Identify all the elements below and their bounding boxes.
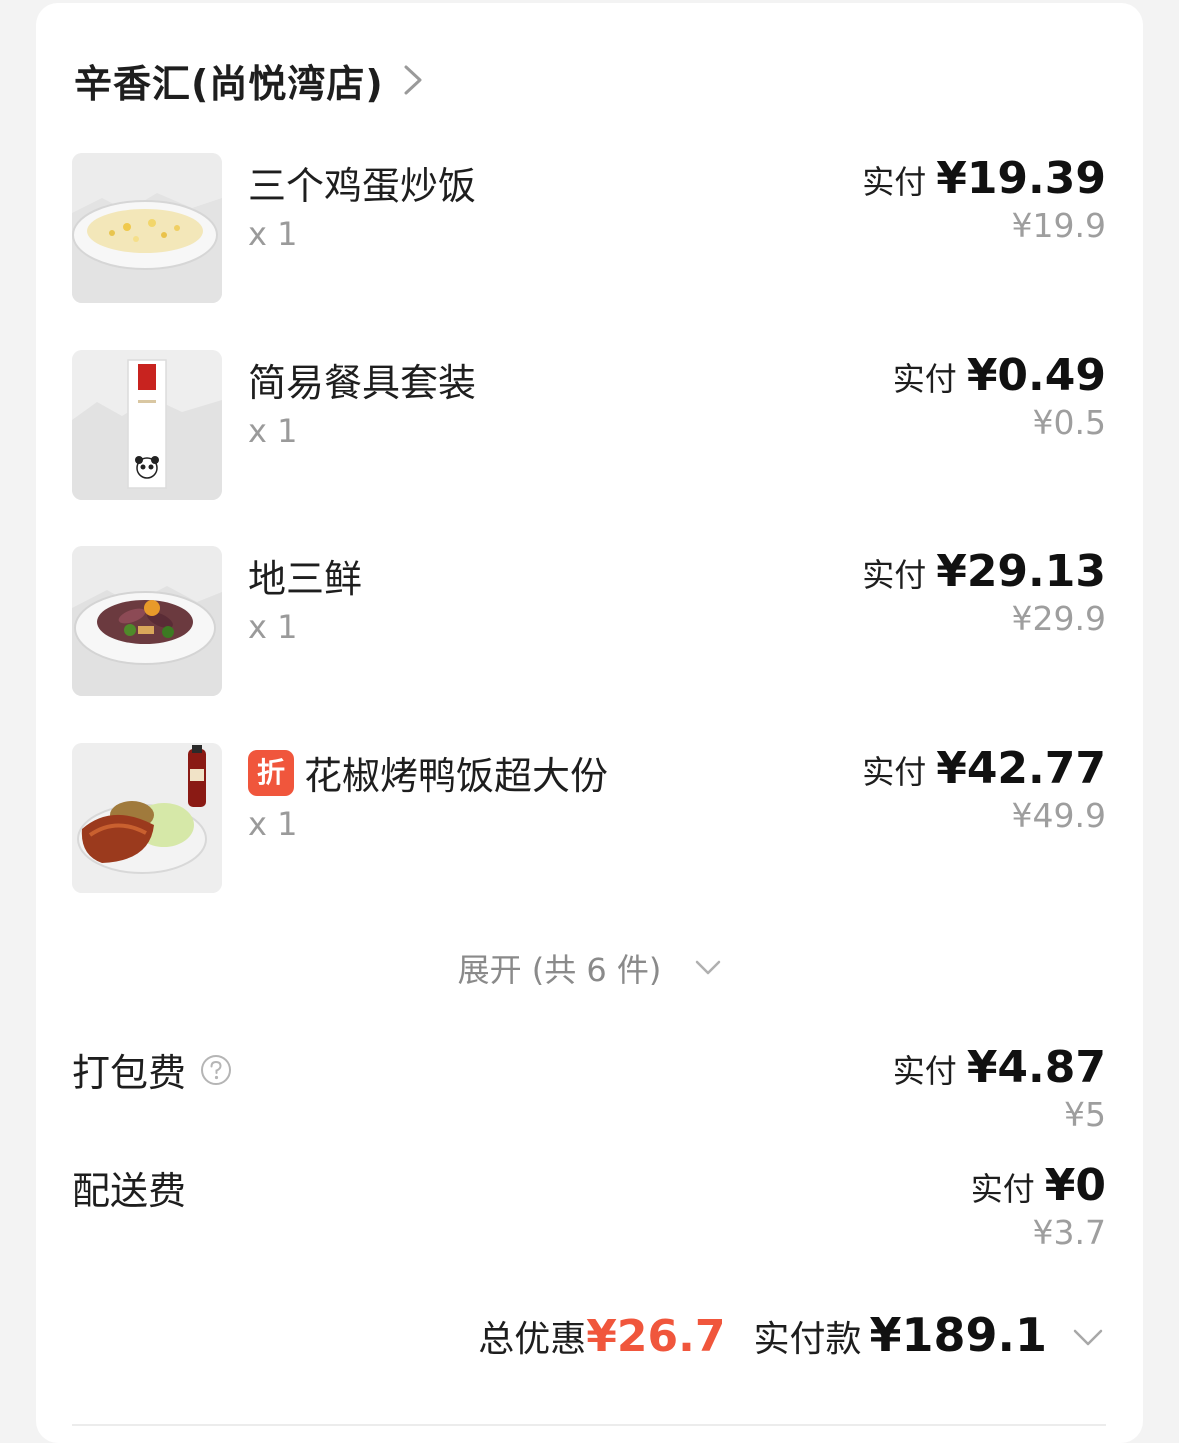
- item-thumbnail-disanxian: [72, 546, 222, 696]
- paid-label: 实付: [862, 556, 927, 594]
- item-thumbnail-tableware-set: [72, 350, 222, 500]
- paid-amount: ¥29.13: [936, 546, 1106, 597]
- order-item[interactable]: 三个鸡蛋炒饭 x 1 实付 ¥19.39 ¥19.9: [72, 153, 1106, 303]
- original-price: ¥5: [1064, 1095, 1106, 1134]
- original-price: ¥49.9: [1011, 796, 1106, 835]
- item-quantity: x 1: [248, 412, 298, 450]
- total-discount-amount: ¥26.7: [586, 1311, 726, 1362]
- total-discount-label: 总优惠: [478, 1319, 587, 1360]
- order-item[interactable]: 折 花椒烤鸭饭超大份 x 1 实付 ¥42.77 ¥49.9: [72, 743, 1106, 893]
- paid-amount: ¥0.49: [966, 350, 1106, 401]
- order-summary[interactable]: 总优惠 ¥26.7 实付款 ¥189.1: [478, 1308, 1103, 1368]
- original-price: ¥3.7: [1032, 1213, 1106, 1252]
- item-name: 简易餐具套装: [248, 361, 477, 405]
- paid-label: 实付: [862, 163, 927, 201]
- item-thumbnail-fried-rice: [72, 153, 222, 303]
- original-price: ¥0.5: [1032, 403, 1106, 442]
- packing-fee-label: 打包费: [72, 1051, 187, 1095]
- discount-tag: 折: [248, 749, 294, 796]
- item-quantity: x 1: [248, 215, 298, 253]
- order-item[interactable]: 简易餐具套装 x 1 实付 ¥0.49 ¥0.5: [72, 350, 1106, 500]
- delivery-fee-label: 配送费: [72, 1169, 187, 1213]
- item-price: 实付 ¥42.77 ¥49.9: [862, 743, 1106, 835]
- expand-items-button[interactable]: 展开 (共 6 件): [0, 945, 1179, 991]
- total-paid-label: 实付款: [753, 1319, 862, 1360]
- store-link[interactable]: 辛香汇(尚悦湾店): [74, 52, 424, 108]
- paid-amount: ¥0: [1044, 1160, 1106, 1211]
- expand-label: 展开 (共 6 件): [457, 951, 662, 989]
- item-price: 实付 ¥29.13 ¥29.9: [862, 546, 1106, 638]
- item-price: 实付 ¥0.49 ¥0.5: [893, 350, 1106, 442]
- chevron-down-icon[interactable]: [1073, 1329, 1103, 1347]
- paid-label: 实付: [892, 1052, 957, 1090]
- total-paid-amount: ¥189.1: [869, 1308, 1047, 1362]
- item-thumbnail-roast-duck-rice: [72, 743, 222, 893]
- order-item[interactable]: 地三鲜 x 1 实付 ¥29.13 ¥29.9: [72, 546, 1106, 696]
- item-name: 三个鸡蛋炒饭: [248, 164, 477, 208]
- item-quantity: x 1: [248, 608, 298, 646]
- chevron-down-icon: [696, 960, 721, 975]
- paid-label: 实付: [862, 753, 927, 791]
- original-price: ¥29.9: [1011, 599, 1106, 638]
- divider: [72, 1424, 1106, 1426]
- original-price: ¥19.9: [1011, 206, 1106, 245]
- item-name: 折 花椒烤鸭饭超大份: [248, 745, 608, 800]
- item-price: 实付 ¥19.39 ¥19.9: [862, 153, 1106, 245]
- chevron-right-icon: [404, 65, 422, 95]
- item-quantity: x 1: [248, 805, 298, 843]
- question-circle-icon[interactable]: [200, 1054, 232, 1086]
- packing-fee-row: 打包费 实付 ¥4.87 ¥5: [72, 1042, 1106, 1134]
- paid-amount: ¥4.87: [966, 1042, 1106, 1093]
- delivery-fee-price: 实付 ¥0 ¥3.7: [971, 1160, 1106, 1252]
- paid-amount: ¥19.39: [936, 153, 1106, 204]
- store-name: 辛香汇(尚悦湾店): [74, 61, 384, 106]
- item-name: 地三鲜: [248, 557, 363, 601]
- packing-fee-price: 实付 ¥4.87 ¥5: [893, 1042, 1106, 1134]
- paid-label: 实付: [892, 360, 957, 398]
- delivery-fee-row: 配送费 实付 ¥0 ¥3.7: [72, 1160, 1106, 1252]
- paid-amount: ¥42.77: [936, 743, 1106, 794]
- paid-label: 实付: [970, 1170, 1035, 1208]
